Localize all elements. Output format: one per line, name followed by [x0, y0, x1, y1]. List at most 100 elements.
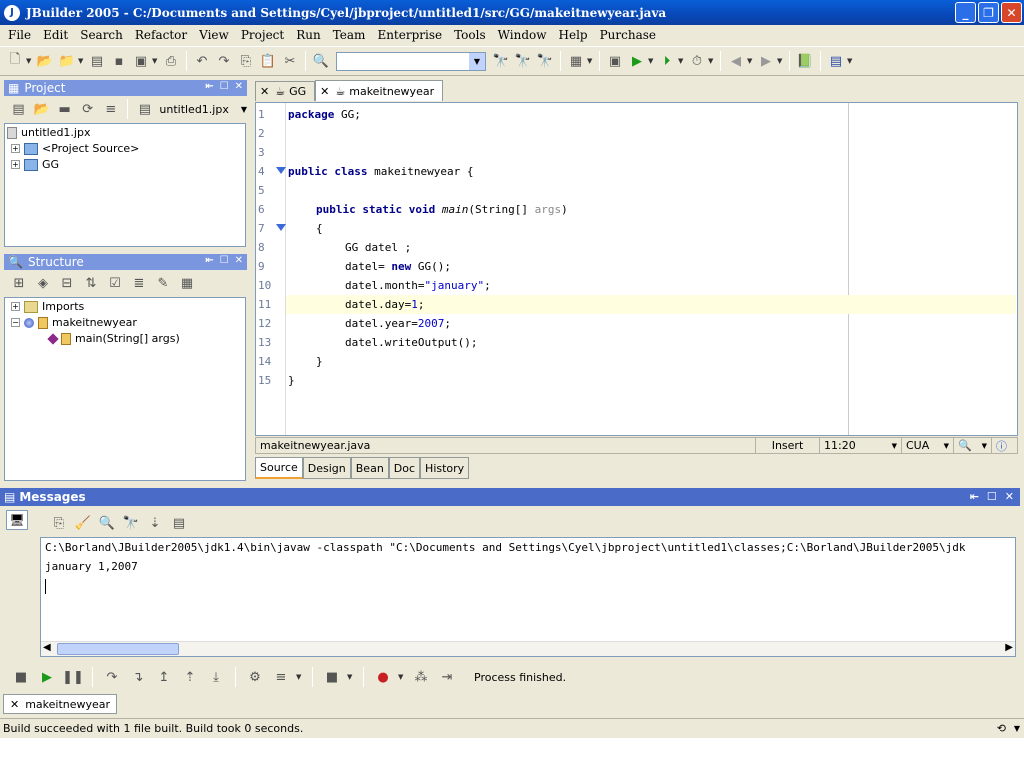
chevron-down-icon[interactable]: ▼ — [982, 442, 987, 450]
find-classes-icon[interactable]: 🔭 — [534, 50, 556, 72]
cursor-position[interactable]: 11:20 ▼ — [820, 438, 902, 453]
pin-icon[interactable]: ⇤ — [205, 255, 213, 266]
expand-icon[interactable]: + — [11, 160, 20, 169]
tree-item-imports[interactable]: + Imports — [11, 300, 84, 313]
save-icon[interactable]: ▪ — [108, 50, 130, 72]
close-icon[interactable]: ✕ — [10, 698, 19, 711]
menu-tools[interactable]: Tools — [448, 28, 492, 42]
show-frames-icon[interactable]: ≡ — [270, 666, 292, 688]
edit-icon[interactable]: ✎ — [152, 272, 174, 294]
menu-refactor[interactable]: Refactor — [129, 28, 193, 42]
sync-icon[interactable]: ⟲ — [997, 722, 1006, 735]
insert-mode[interactable]: Insert — [756, 438, 820, 453]
close-project-icon[interactable]: ▤ — [8, 98, 29, 120]
chevron-down-icon[interactable]: ▼ — [892, 442, 897, 450]
save-dropdown-icon[interactable]: ▼ — [152, 57, 160, 65]
group-icon[interactable]: ⊟ — [56, 272, 78, 294]
menu-search[interactable]: Search — [74, 28, 129, 42]
restore-button[interactable]: ❐ — [978, 2, 999, 23]
search-combo[interactable]: ▼ — [336, 51, 486, 71]
run-to-end-icon[interactable]: ⇡ — [179, 666, 201, 688]
minimize-button[interactable]: _ — [955, 2, 976, 23]
sort-icon[interactable]: ⇅ — [80, 272, 102, 294]
open-dropdown-icon[interactable]: ▼ — [78, 57, 86, 65]
expand-icon[interactable]: + — [11, 302, 20, 311]
filter-icon[interactable]: ◈ — [32, 272, 54, 294]
chevron-down-icon[interactable]: ▼ — [1014, 724, 1020, 733]
tab-gg[interactable]: ✕ ☕ GG — [255, 81, 316, 101]
new-dropdown-icon[interactable]: ▼ — [26, 57, 34, 65]
scroll-left-icon[interactable]: ◀ — [43, 642, 51, 653]
back-dropdown-icon[interactable]: ▼ — [747, 57, 755, 65]
print-icon[interactable]: ⎙ — [160, 50, 182, 72]
project-properties-icon[interactable]: ≡ — [100, 98, 121, 120]
layout-icon[interactable]: ▣ — [604, 50, 626, 72]
jbuilder-app-icon[interactable]: J — [4, 4, 20, 21]
pin-icon[interactable]: ⇤ — [205, 81, 213, 92]
menu-edit[interactable]: Edit — [37, 28, 74, 42]
menu-run[interactable]: Run — [290, 28, 327, 42]
maximize-icon[interactable]: ☐ — [987, 490, 997, 503]
tab-design[interactable]: Design — [302, 457, 351, 479]
back-icon[interactable]: ◀ — [725, 50, 747, 72]
undo-icon[interactable]: ↶ — [191, 50, 213, 72]
new-file-icon[interactable]: 🗋 — [4, 50, 26, 72]
menu-purchase[interactable]: Purchase — [594, 28, 662, 42]
menu-window[interactable]: Window — [492, 28, 553, 42]
properties-icon[interactable]: ▦ — [176, 272, 198, 294]
redo-icon[interactable]: ↷ — [213, 50, 235, 72]
check-icon[interactable]: ☑ — [104, 272, 126, 294]
debug-icon[interactable]: ⏵ — [656, 50, 678, 72]
tree-item-project[interactable]: untitled1.jpx — [7, 126, 90, 139]
project-combo[interactable]: untitled1.jpx — [159, 103, 228, 116]
find-icon[interactable]: 🔍 — [310, 50, 332, 72]
open-project-icon[interactable]: 📂 — [34, 50, 56, 72]
hierarchy-icon[interactable]: ≣ — [128, 272, 150, 294]
step-out-icon[interactable]: ↥ — [153, 666, 175, 688]
message-tab-icon[interactable]: 🖥 — [6, 510, 28, 530]
forward-icon[interactable]: ▶ — [755, 50, 777, 72]
find-next-icon[interactable]: 🔭 — [490, 50, 512, 72]
collapse-icon[interactable]: − — [11, 318, 20, 327]
zoom-control[interactable]: 🔍 ▼ — [954, 438, 992, 453]
menu-help[interactable]: Help — [553, 28, 594, 42]
layout-icon[interactable]: ■ — [321, 666, 343, 688]
open-file-icon[interactable]: 📁 — [56, 50, 78, 72]
pause-icon[interactable]: ❚❚ — [62, 666, 84, 688]
scroll-right-icon[interactable]: ▶ — [1005, 642, 1013, 653]
threads-icon[interactable]: ⁂ — [410, 666, 432, 688]
refresh-icon[interactable]: ⟳ — [77, 98, 98, 120]
make-icon[interactable]: ▦ — [565, 50, 587, 72]
tree-item-class[interactable]: − makeitnewyear — [11, 316, 137, 329]
save-output-icon[interactable]: ▤ — [168, 512, 190, 534]
tab-bean[interactable]: Bean — [350, 457, 389, 479]
run-tab[interactable]: ✕ makeitnewyear — [3, 694, 118, 714]
breakpoint-icon[interactable]: ● — [372, 666, 394, 688]
cut-icon[interactable]: ✂ — [279, 50, 301, 72]
close-button[interactable]: ✕ — [1001, 2, 1022, 23]
optimize-dropdown-icon[interactable]: ▼ — [708, 57, 716, 65]
save-all-icon[interactable]: ▣ — [130, 50, 152, 72]
workspace-icon[interactable]: ▤ — [825, 50, 847, 72]
run-icon[interactable]: ▶ — [626, 50, 648, 72]
scrollbar-thumb[interactable] — [57, 643, 179, 655]
close-icon[interactable]: ✕ — [320, 85, 329, 98]
find-replace-icon[interactable]: 🔭 — [512, 50, 534, 72]
copy-icon[interactable]: ⎘ — [235, 50, 257, 72]
debug-dropdown-icon[interactable]: ▼ — [678, 57, 686, 65]
menu-file[interactable]: File — [2, 28, 37, 42]
messages-output[interactable]: C:\Borland\JBuilder2005\jdk1.4\bin\javaw… — [40, 537, 1016, 657]
chevron-down-icon[interactable]: ▼ — [241, 105, 247, 114]
step-over-icon[interactable]: ↷ — [101, 666, 123, 688]
evaluate-icon[interactable]: ⚙ — [244, 666, 266, 688]
forward-dropdown-icon[interactable]: ▼ — [777, 57, 785, 65]
code-editor[interactable]: 1 package GG; 2 3 4 public class makeitnew… — [255, 102, 1018, 436]
make-dropdown-icon[interactable]: ▼ — [587, 57, 595, 65]
show-current-icon[interactable]: ⇥ — [436, 666, 458, 688]
smart-step-icon[interactable]: ⤓ — [205, 666, 227, 688]
close-icon[interactable]: ✕ — [1005, 490, 1014, 503]
close-icon[interactable]: ✕ — [235, 81, 243, 92]
paste-icon[interactable]: 📋 — [257, 50, 279, 72]
add-files-icon[interactable]: 📂 — [31, 98, 52, 120]
tab-source[interactable]: Source — [255, 457, 303, 479]
